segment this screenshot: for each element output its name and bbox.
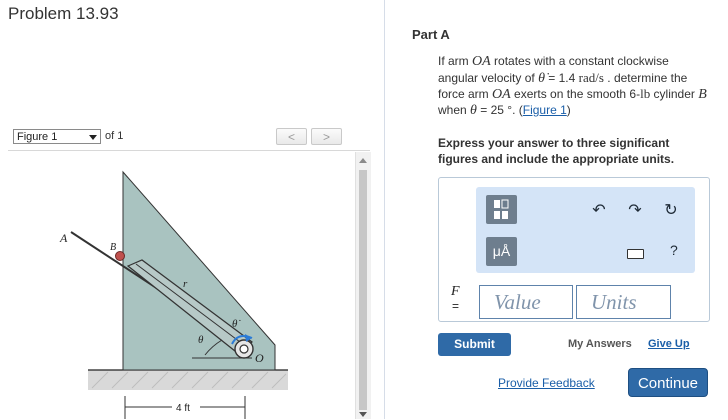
provide-feedback-link[interactable]: Provide Feedback [498,376,595,390]
help-icon[interactable]: ? [670,242,678,258]
units-input[interactable]: Units [576,285,671,319]
figure-count: of 1 [105,130,124,142]
figure-diagram: A B r θ θ̇ O 4 ft [59,170,288,419]
theta-dot-symbol: θ̇ [538,70,545,86]
text-segment: when [438,102,471,117]
give-up-link[interactable]: Give Up [648,338,690,350]
keyboard-icon[interactable] [627,249,644,259]
arm-symbol: OA [492,87,511,102]
text-segment: exerts on the smooth 6- [510,87,641,101]
equals-label: = [452,299,460,313]
part-title: Part A [412,27,450,42]
ground [88,370,288,390]
text-segment: If arm [438,54,473,68]
submit-button[interactable]: Submit [438,333,511,356]
value-input[interactable]: Value [479,285,573,319]
cylinder-b [115,251,125,261]
scroll-up-icon[interactable] [359,158,367,163]
chevron-down-icon [89,135,97,140]
continue-button[interactable]: Continue [628,368,708,397]
previous-figure-button[interactable]: < [276,128,307,145]
templates-icon [494,199,509,219]
label-o: O [255,351,264,365]
templates-button[interactable] [486,195,517,224]
label-a: A [59,231,68,245]
theta-symbol: θ [470,102,477,118]
label-r: r [183,278,188,290]
pivot-pin [239,344,249,354]
scroll-down-icon[interactable] [359,412,367,417]
figure-scrollbar[interactable] [355,152,371,419]
panel-divider [384,0,385,419]
figure-select-value: Figure 1 [17,131,58,143]
figure-link[interactable]: Figure 1 [523,103,567,117]
arm-symbol: OA [472,54,491,69]
instructions: Express your answer to three significant… [438,136,675,166]
my-answers-label: My Answers [568,338,632,350]
reset-icon[interactable]: ↻ [663,203,679,219]
unit-lb: lb [640,86,651,101]
text-segment: ) [566,102,571,117]
dimension-label: 4 ft [176,403,190,414]
redo-icon[interactable]: ↷ [627,203,643,219]
unit-rad: rad/s [578,69,604,85]
text-segment: cylinder [650,87,699,101]
text-segment: = 1.4 [544,70,579,85]
units-button[interactable]: μÅ [486,237,517,266]
next-figure-button[interactable]: > [311,128,342,145]
cylinder-symbol: B [698,87,707,102]
figure-select[interactable]: Figure 1 [13,129,101,144]
text-segment: = 25 °. ( [476,102,523,117]
problem-title: Problem 13.93 [8,4,119,23]
problem-statement: If arm OA rotates with a constant clockw… [438,54,708,118]
variable-label: F [451,284,460,299]
label-theta: θ [198,334,204,346]
scroll-thumb[interactable] [359,170,367,410]
undo-icon[interactable]: ↶ [591,203,607,219]
label-b: B [110,242,116,253]
